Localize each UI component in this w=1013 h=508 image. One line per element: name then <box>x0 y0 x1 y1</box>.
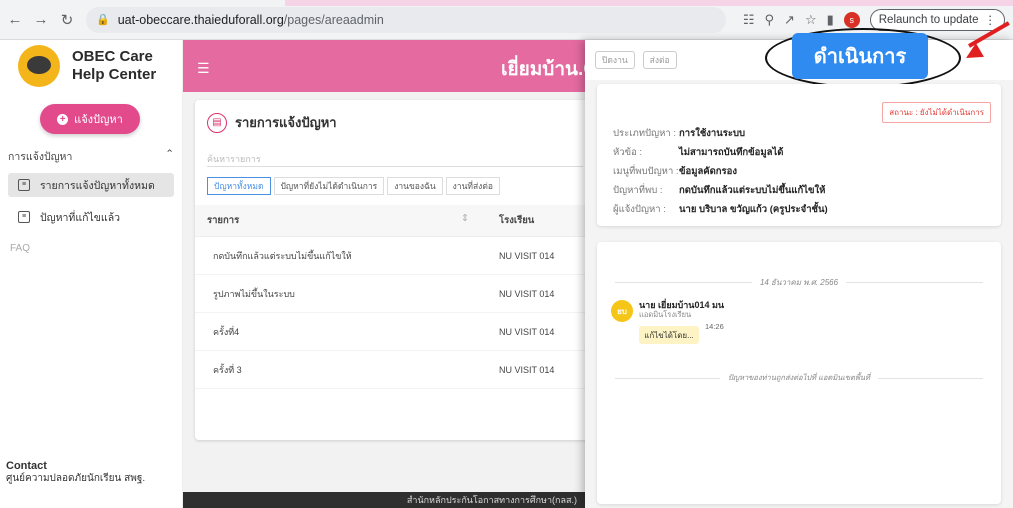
tab-forwarded[interactable]: งานที่ส่งต่อ <box>445 177 500 195</box>
chat-bubble-logo-icon <box>18 45 60 87</box>
tab-pending[interactable]: ปัญหาที่ยังไม่ได้ดำเนินการ <box>273 177 385 195</box>
logo-line1: OBEC Care <box>72 48 153 65</box>
lock-icon: 🔒 <box>96 14 110 26</box>
row-item: ครั้งที่ 3 <box>213 364 242 375</box>
info-label: ผู้แจ้งปัญหา : <box>613 204 666 215</box>
table-row[interactable]: ครั้งที่ 3 NU VISIT 014 <box>195 351 595 389</box>
sidebar-item-all-reports[interactable]: ≡ รายการแจ้งปัญหาทั้งหมด <box>8 173 174 197</box>
page-header: ☰ เยี่ยมบ้าน.O <box>183 40 598 92</box>
bookmark-star-icon[interactable]: ☆ <box>805 12 817 28</box>
sidebar-item-resolved[interactable]: ≡ ปัญหาที่แก้ไขแล้ว <box>8 205 174 229</box>
info-value: นาย บริบาล ขวัญแก้ว (ครูประจำชั้น) <box>679 204 828 215</box>
zoom-icon[interactable]: ⚲ <box>765 12 775 28</box>
plus-icon: + <box>57 113 69 125</box>
card-title: รายการแจ้งปัญหา <box>235 115 337 130</box>
url-path: /pages/areaadmin <box>283 12 384 27</box>
relaunch-button[interactable]: Relaunch to update ⋮ <box>869 8 1005 31</box>
system-separator: ปัญหาของท่านถูกส่งต่อไปที่ แอดมินเขตพื้น… <box>607 372 991 384</box>
info-row-topic: หัวข้อ : ไม่สามารถบันทึกข้อมูลได้ <box>613 143 828 162</box>
app: OBEC Care Help Center + แจ้งปัญหา การแจ้… <box>0 21 1013 508</box>
pink-banner-strip <box>285 0 1013 6</box>
tab-my-work[interactable]: งานของฉัน <box>387 177 443 195</box>
reload-icon[interactable]: ↻ <box>56 9 78 31</box>
row-school: NU VISIT 014 <box>499 326 555 337</box>
logo-line2: Help Center <box>72 66 157 83</box>
sidebar-section-reports[interactable]: การแจ้งปัญหา ⌃ <box>0 148 182 165</box>
page-footer: สำนักหลักประกันโอกาสทางการศึกษา(กลส.) <box>183 492 585 508</box>
profile-avatar[interactable]: s <box>843 11 860 28</box>
system-separator-text: ปัญหาของท่านถูกส่งต่อไปที่ แอดมินเขตพื้น… <box>728 373 870 382</box>
search-input[interactable]: ค้นหารายการ <box>207 147 583 167</box>
info-value: ไม่สามารถบันทึกข้อมูลได้ <box>679 147 784 158</box>
table-row[interactable]: ครั้งที่4 NU VISIT 014 <box>195 313 595 351</box>
sidebar-item-label: ปัญหาที่แก้ไขแล้ว <box>40 211 121 224</box>
sender-role: แอดมินโรงเรียน <box>639 310 692 319</box>
column-header-item[interactable]: รายการ <box>207 213 239 228</box>
forward-icon[interactable]: → <box>30 9 52 31</box>
logo[interactable]: OBEC Care Help Center <box>0 40 182 92</box>
info-label: ประเภทปัญหา : <box>613 128 677 139</box>
forward-button[interactable]: ส่งต่อ <box>642 51 677 69</box>
filter-tabs: ปัญหาทั้งหมด ปัญหาที่ยังไม่ได้ดำเนินการ … <box>207 177 583 195</box>
contact-title: Contact <box>6 460 47 472</box>
chat-card: 14 ธันวาคม พ.ศ. 2566 ยบ นาย เยี่ยมบ้าน01… <box>597 242 1001 504</box>
tab-all[interactable]: ปัญหาทั้งหมด <box>207 177 271 195</box>
table-header: รายการ ⇕ โรงเรียน <box>195 205 595 237</box>
report-list-card: ▤ รายการแจ้งปัญหา ค้นหารายการ ปัญหาทั้งห… <box>195 100 595 440</box>
chevron-up-icon: ⌃ <box>165 148 174 160</box>
info-label: ปัญหาที่พบ : <box>613 185 663 196</box>
url-host: uat-obeccare.thaieduforall.org <box>117 12 284 27</box>
info-row-menu: เมนูที่พบปัญหา : ข้อมูลคัดกรอง <box>613 162 828 181</box>
contact-block: Contact ศูนย์ความปลอดภัยนักเรียน สพฐ. <box>6 460 145 485</box>
sidebar-item-label: รายการแจ้งปัญหาทั้งหมด <box>40 179 155 192</box>
column-header-school[interactable]: โรงเรียน <box>485 213 534 228</box>
more-icon: ⋮ <box>984 14 997 27</box>
info-label: เมนูที่พบปัญหา : <box>613 166 679 177</box>
list-icon: ≡ <box>18 211 30 223</box>
table-row[interactable]: กดบันทึกแล้วแต่ระบบไม่ขึ้นแก้ไขให้ NU VI… <box>195 237 595 275</box>
section-label: การแจ้งปัญหา <box>8 151 73 163</box>
close-job-button[interactable]: ปิดงาน <box>595 51 635 69</box>
report-button-label: แจ้งปัญหา <box>74 114 123 126</box>
date-separator-text: 14 ธันวาคม พ.ศ. 2566 <box>759 278 839 287</box>
proceed-button[interactable]: ดำเนินการ <box>792 33 928 79</box>
back-icon[interactable]: ← <box>4 9 26 31</box>
info-label: หัวข้อ : <box>613 147 643 158</box>
table-row[interactable]: รูปภาพไม่ขึ้นในระบบ NU VISIT 014 <box>195 275 595 313</box>
date-separator: 14 ธันวาคม พ.ศ. 2566 <box>607 276 991 289</box>
info-row-problem: ปัญหาที่พบ : กดบันทึกแล้วแต่ระบบไม่ขึ้นแก… <box>613 181 828 200</box>
avatar: ยบ <box>611 300 633 322</box>
row-school: NU VISIT 014 <box>499 364 555 375</box>
sort-icon[interactable]: ⇕ <box>461 213 469 228</box>
document-icon: ▤ <box>207 112 227 133</box>
sidebar-faq[interactable]: FAQ <box>10 243 182 254</box>
row-school: NU VISIT 014 <box>499 288 555 299</box>
info-value: ข้อมูลคัดกรอง <box>679 166 738 177</box>
status-badge: สถานะ : ยังไม่ได้ดำเนินการ <box>882 102 991 123</box>
info-row-type: ประเภทปัญหา : การใช้งานระบบ <box>613 124 828 143</box>
row-school: NU VISIT 014 <box>499 250 555 261</box>
report-problem-button[interactable]: + แจ้งปัญหา <box>40 104 140 134</box>
sidepanel-icon[interactable]: ▮ <box>827 12 834 28</box>
sidebar: OBEC Care Help Center + แจ้งปัญหา การแจ้… <box>0 40 183 508</box>
header-title: เยี่ยมบ้าน.O <box>501 59 599 80</box>
menu-icon[interactable]: ☰ <box>197 60 210 77</box>
detail-panel: ปิดงาน ส่งต่อ ดำเนินการ สถานะ : ยังไม่ได… <box>585 21 1013 508</box>
share-icon[interactable]: ↗ <box>784 12 795 28</box>
address-bar[interactable]: 🔒 uat-obeccare.thaieduforall.org /pages/… <box>86 6 726 33</box>
message-bubble[interactable]: แก้ไขได้โดย... <box>639 326 699 344</box>
info-value: กดบันทึกแล้วแต่ระบบไม่ขึ้นแก้ไขให้ <box>679 185 826 196</box>
row-item: กดบันทึกแล้วแต่ระบบไม่ขึ้นแก้ไขให้ <box>213 250 352 261</box>
list-icon: ≡ <box>18 179 30 191</box>
main-content: ▤ รายการแจ้งปัญหา ค้นหารายการ ปัญหาทั้งห… <box>183 92 595 492</box>
relaunch-label: Relaunch to update <box>878 13 979 26</box>
row-item: รูปภาพไม่ขึ้นในระบบ <box>213 288 295 299</box>
row-item: ครั้งที่4 <box>213 326 240 337</box>
info-row-reporter: ผู้แจ้งปัญหา : นาย บริบาล ขวัญแก้ว (ครูปร… <box>613 200 828 219</box>
translate-icon[interactable]: ☷ <box>743 12 755 28</box>
problem-info-card: สถานะ : ยังไม่ได้ดำเนินการ ประเภทปัญหา :… <box>597 84 1001 226</box>
info-value: การใช้งานระบบ <box>679 128 746 139</box>
message-time: 14:26 <box>705 322 724 331</box>
contact-sub: ศูนย์ความปลอดภัยนักเรียน สพฐ. <box>6 473 146 484</box>
